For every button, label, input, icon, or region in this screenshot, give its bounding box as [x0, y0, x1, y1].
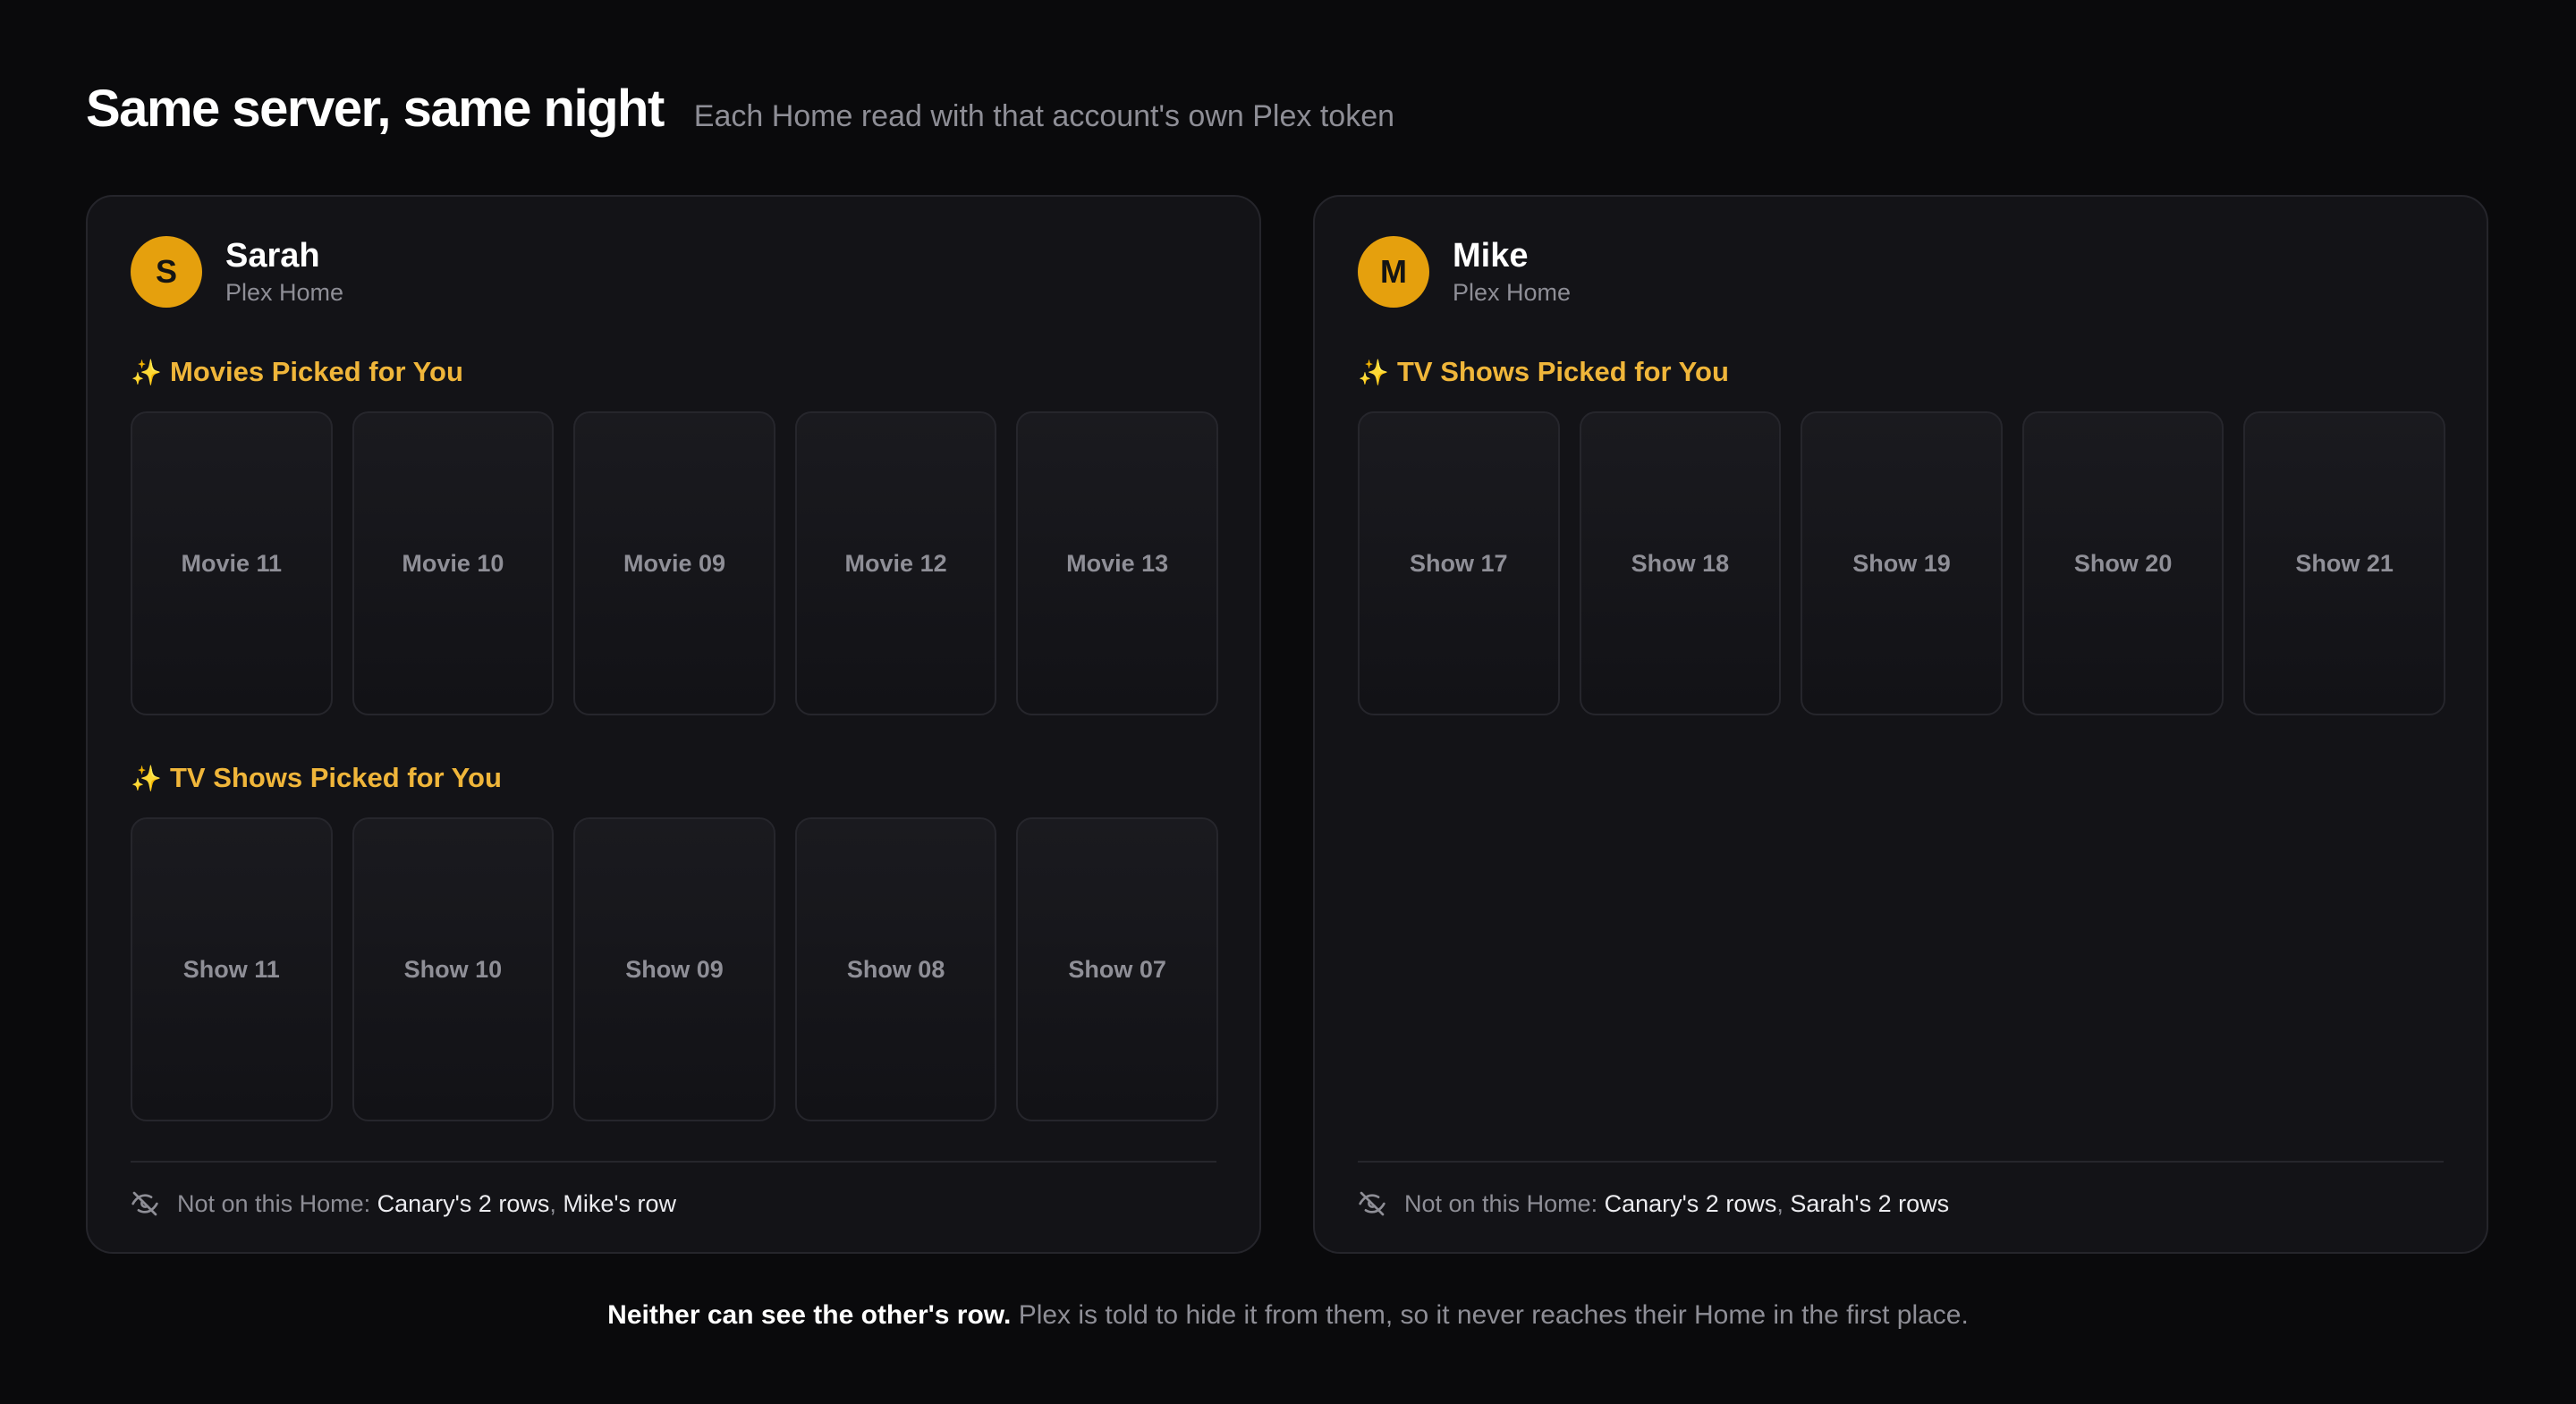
poster-card[interactable]: Movie 13 [1016, 411, 1218, 715]
page-title: Same server, same night [86, 80, 665, 138]
page-header: Same server, same night Each Home read w… [86, 79, 1394, 139]
page-subtitle: Each Home read with that account's own P… [693, 99, 1395, 133]
poster-card[interactable]: Movie 12 [794, 411, 997, 715]
avatar: S [131, 236, 202, 308]
hidden-rows-note: Not on this Home: Canary's 2 rows, Sarah… [1358, 1161, 2444, 1218]
home-panel-sarah: S Sarah Plex Home ✨ Movies Picked for Yo… [86, 195, 1261, 1254]
note-label: Not on this Home: [177, 1189, 371, 1217]
footer-caption-strong: Neither can see the other's row. [607, 1300, 1012, 1330]
hidden-rows-note: Not on this Home: Canary's 2 rows, Mike'… [131, 1161, 1216, 1218]
poster-card[interactable]: Movie 10 [352, 411, 555, 715]
section-title-label: Movies Picked for You [170, 356, 463, 387]
note-item: Canary's 2 rows [377, 1189, 550, 1217]
user-home-label: Plex Home [225, 279, 344, 307]
eye-off-icon [1359, 1191, 1385, 1216]
section-tv-shows-picked: ✨ TV Shows Picked for You Show 11 Show 1… [131, 760, 1218, 1121]
poster-card[interactable]: Show 19 [1801, 411, 2003, 715]
section-title-label: TV Shows Picked for You [170, 762, 502, 793]
section-title: ✨ Movies Picked for You [131, 354, 1218, 390]
poster-card[interactable]: Show 08 [794, 817, 997, 1121]
poster-card[interactable]: Show 10 [352, 817, 555, 1121]
poster-card[interactable]: Show 20 [2021, 411, 2224, 715]
poster-card[interactable]: Movie 11 [131, 411, 333, 715]
section-movies-picked: ✨ Movies Picked for You Movie 11 Movie 1… [131, 354, 1218, 715]
section-title: ✨ TV Shows Picked for You [131, 760, 1218, 796]
user-header: S Sarah Plex Home [131, 236, 343, 308]
poster-card[interactable]: Show 21 [2243, 411, 2445, 715]
note-item: Mike's row [563, 1189, 677, 1217]
avatar: M [1358, 236, 1429, 308]
note-label: Not on this Home: [1404, 1189, 1598, 1217]
section-tv-shows-picked: ✨ TV Shows Picked for You Show 17 Show 1… [1358, 354, 2445, 715]
eye-off-icon [131, 1191, 158, 1216]
footer-caption-rest: Plex is told to hide it from them, so it… [1018, 1300, 1969, 1330]
note-item: Canary's 2 rows [1604, 1189, 1777, 1217]
poster-row: Movie 11 Movie 10 Movie 09 Movie 12 Movi… [131, 411, 1218, 715]
poster-card[interactable]: Show 09 [573, 817, 775, 1121]
user-name: Sarah [225, 236, 320, 275]
poster-card[interactable]: Show 07 [1016, 817, 1218, 1121]
poster-row: Show 17 Show 18 Show 19 Show 20 Show 21 [1358, 411, 2445, 715]
note-item: Sarah's 2 rows [1790, 1189, 1950, 1217]
home-panel-mike: M Mike Plex Home ✨ TV Shows Picked for Y… [1313, 195, 2488, 1254]
user-header: M Mike Plex Home [1358, 236, 1571, 308]
section-title: ✨ TV Shows Picked for You [1358, 354, 2445, 390]
sparkles-icon: ✨ [1358, 358, 1389, 386]
poster-card[interactable]: Show 17 [1358, 411, 1560, 715]
footer-caption: Neither can see the other's row. Plex is… [0, 1300, 2576, 1331]
poster-row: Show 11 Show 10 Show 09 Show 08 Show 07 [131, 817, 1218, 1121]
poster-card[interactable]: Show 18 [1579, 411, 1782, 715]
user-home-label: Plex Home [1453, 279, 1572, 307]
user-name: Mike [1453, 236, 1529, 275]
sparkles-icon: ✨ [131, 358, 162, 386]
section-title-label: TV Shows Picked for You [1397, 356, 1729, 387]
sparkles-icon: ✨ [131, 764, 162, 792]
poster-card[interactable]: Show 11 [131, 817, 333, 1121]
poster-card[interactable]: Movie 09 [573, 411, 775, 715]
